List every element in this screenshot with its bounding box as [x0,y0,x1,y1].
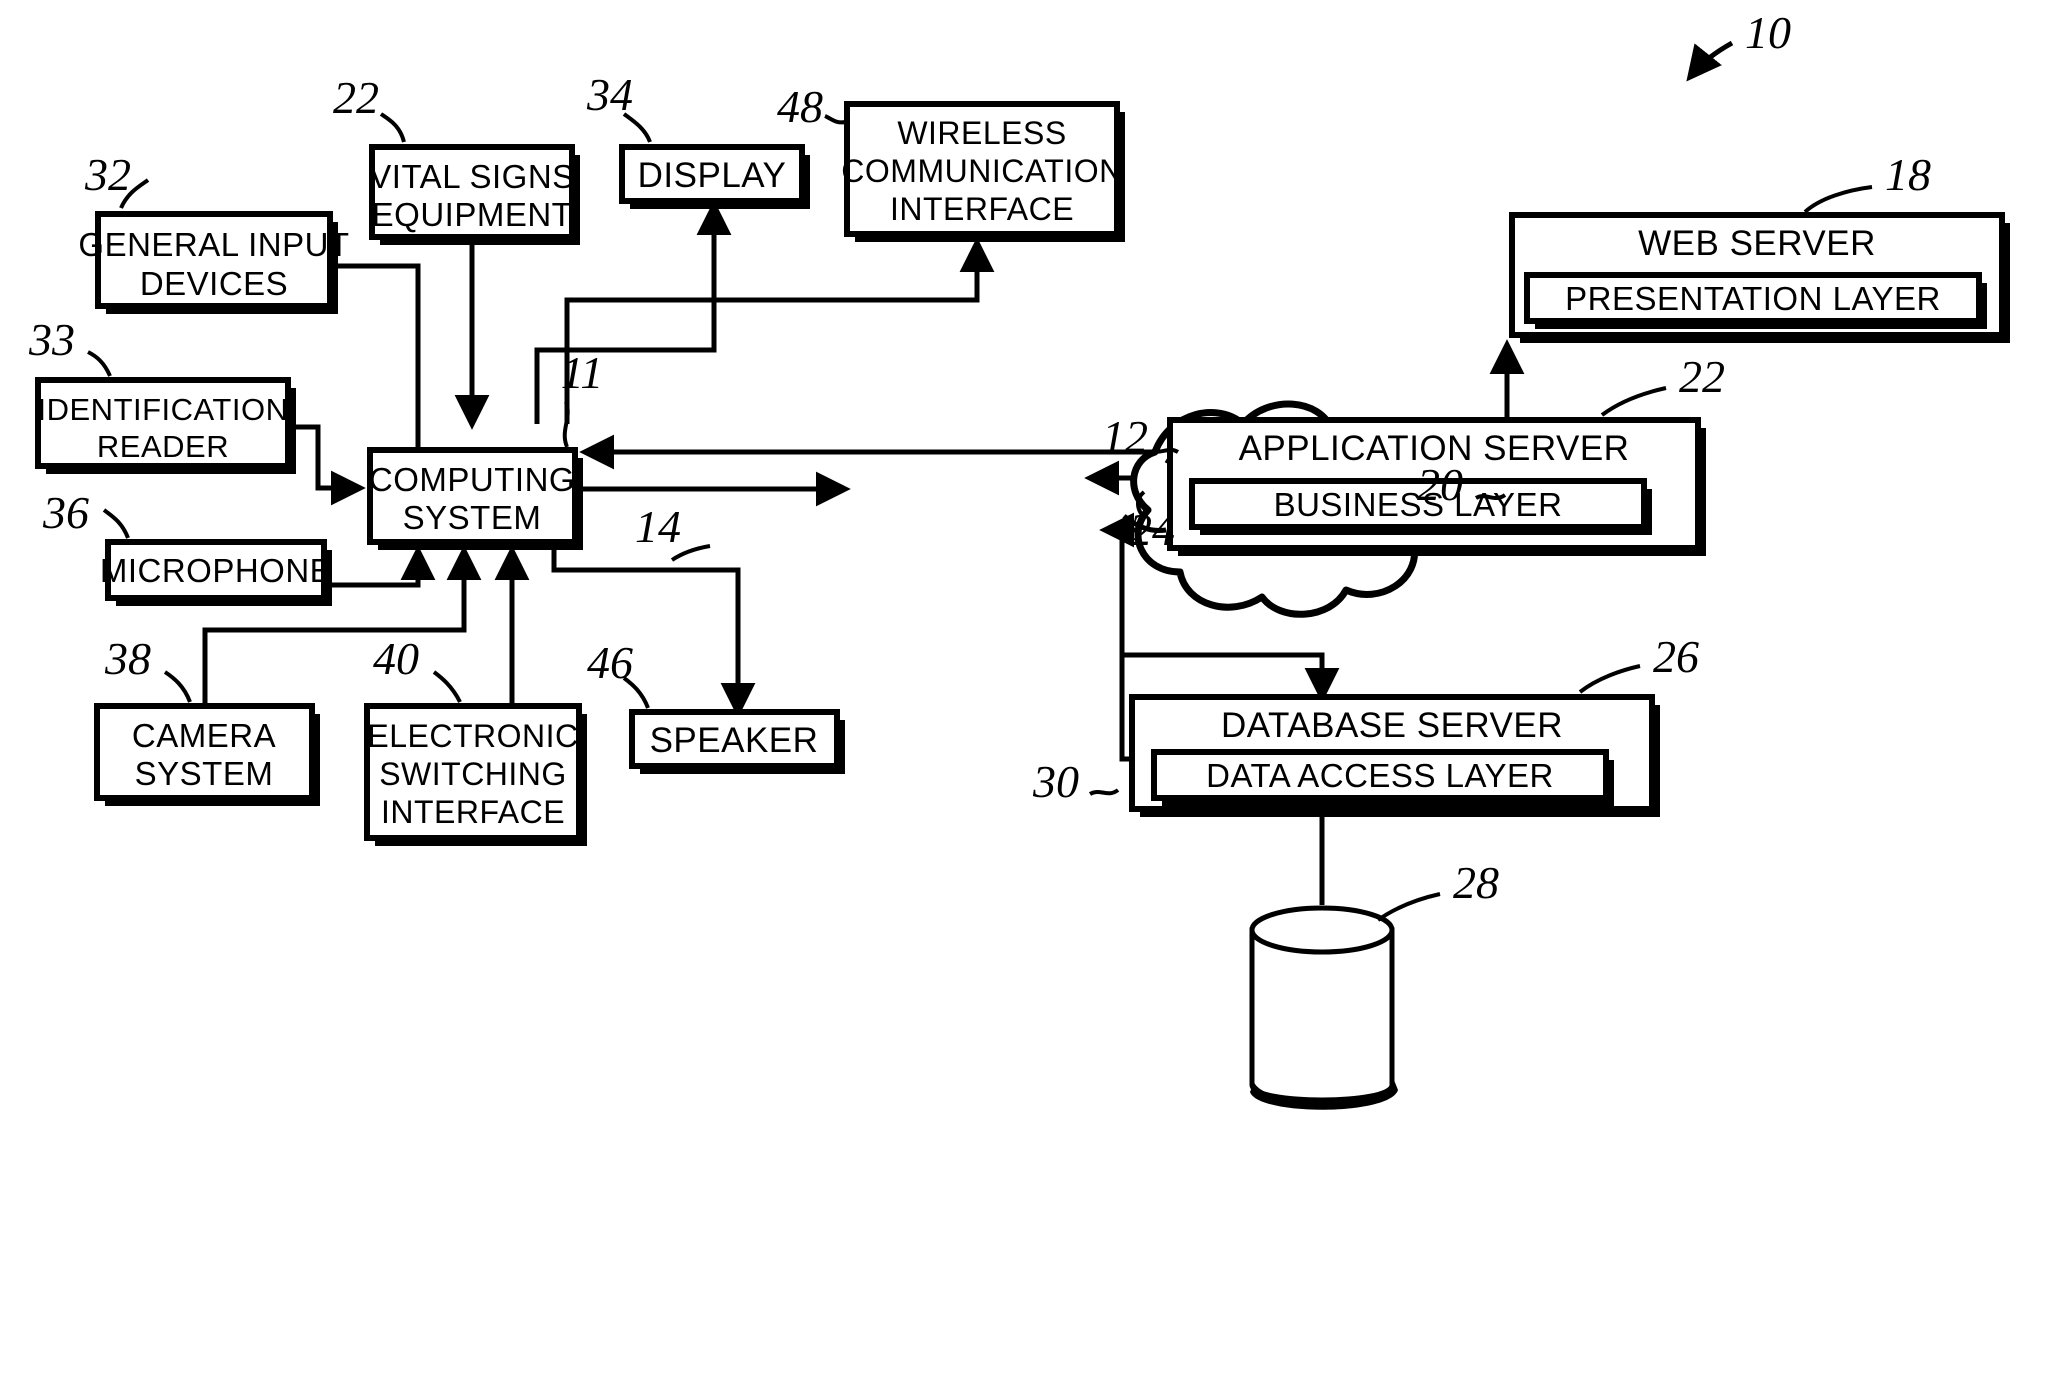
ref-number-10: 10 [1745,7,1791,58]
box-wireless-communication-interface[interactable]: WIRELESS COMMUNICATION INTERFACE [841,101,1125,242]
ref-number-32: 32 [84,149,131,200]
leader-30 [1088,788,1120,796]
ref-number-22-app: 22 [1679,351,1725,402]
ref-number-11: 11 [561,347,604,398]
ref-number-33: 33 [28,314,75,365]
leader-33 [87,350,112,377]
leader-22-vital [379,112,406,143]
leader-28 [1376,892,1441,922]
patent-figure: NETWORK GENERAL INPUT DEVICES 32 VITAL S… [0,0,2060,1374]
switching-interface-label-line1: ELECTRONIC [367,718,578,754]
box-identification-reader[interactable]: IDENTIFICATION READER [35,377,296,474]
box-computing-system[interactable]: COMPUTING SYSTEM [367,447,583,550]
database-store-cylinder[interactable] [1249,905,1398,1110]
box-general-input-devices[interactable]: GENERAL INPUT DEVICES [78,211,349,314]
box-vital-signs-equipment[interactable]: VITAL SIGNS EQUIPMENT [369,144,580,245]
ref-number-38: 38 [104,633,151,684]
ref-number-20: 20 [1417,459,1463,510]
identification-reader-label-line1: IDENTIFICATION [38,392,289,427]
identification-reader-label-line2: READER [97,429,229,464]
leader-48 [824,114,846,125]
leader-26 [1578,664,1641,694]
diagram-canvas: NETWORK GENERAL INPUT DEVICES 32 VITAL S… [28,7,2010,1110]
wireless-label-line2: COMMUNICATION [841,153,1122,189]
computing-system-label-line1: COMPUTING [369,461,575,498]
camera-system-label-line1: CAMERA [132,717,276,754]
ref-number-36: 36 [42,487,89,538]
ref-number-12: 12 [1102,411,1148,462]
speaker-label: SPEAKER [650,721,819,760]
wireless-label-line1: WIRELESS [897,115,1066,151]
leader-12 [1151,447,1180,454]
ref-number-34: 34 [586,69,633,120]
box-database-server[interactable]: DATABASE SERVER DATA ACCESS LAYER [1129,694,1660,817]
leader-20 [1474,493,1507,500]
leader-38 [163,670,192,703]
vital-signs-label-line2: EQUIPMENT [372,196,573,233]
ref-number-28: 28 [1453,857,1499,908]
box-camera-system[interactable]: CAMERA SYSTEM [94,703,320,806]
box-speaker[interactable]: SPEAKER [629,709,845,774]
ref-number-24: 24 [1129,504,1175,555]
ref-number-22-vital: 22 [333,72,379,123]
data-access-layer-label: DATA ACCESS LAYER [1206,757,1554,794]
wireless-label-line3: INTERFACE [890,191,1074,227]
general-input-devices-label-line2: DEVICES [140,265,288,302]
edge-microphone-to-computing [330,545,436,588]
leader-36 [102,508,130,539]
computing-system-label-line2: SYSTEM [403,499,542,536]
ref-number-40: 40 [373,633,419,684]
ref-number-30: 30 [1032,756,1079,807]
edge-identification-reader-to-computing [296,424,366,506]
ref-number-18: 18 [1885,149,1931,200]
ref-number-26: 26 [1653,631,1699,682]
box-microphone[interactable]: MICROPHONE [100,539,332,606]
ref-number-46: 46 [587,637,633,688]
database-server-label: DATABASE SERVER [1221,706,1563,745]
general-input-devices-label-line1: GENERAL INPUT [78,226,349,263]
leader-18 [1803,185,1873,214]
leader-22-app [1600,386,1667,417]
box-electronic-switching-interface[interactable]: ELECTRONIC SWITCHING INTERFACE [364,703,587,846]
leader-40 [432,670,462,703]
ref-number-48: 48 [777,81,823,132]
switching-interface-label-line2: SWITCHING [379,756,567,792]
web-server-label: WEB SERVER [1638,224,1876,263]
edge-computing-to-wireless [564,237,995,424]
ref-number-14: 14 [635,501,681,552]
display-label: DISPLAY [638,156,787,195]
camera-system-label-line2: SYSTEM [135,755,274,792]
box-web-server[interactable]: WEB SERVER PRESENTATION LAYER [1509,212,2010,343]
cylinder-body [1249,927,1395,1103]
vital-signs-label-line1: VITAL SIGNS [369,158,574,195]
microphone-label: MICROPHONE [100,552,332,589]
cylinder-top [1249,905,1395,955]
presentation-layer-label: PRESENTATION LAYER [1565,280,1941,317]
switching-interface-label-line3: INTERFACE [381,794,565,830]
leader-10-arrow [1686,40,1734,82]
edge-computing-to-speaker [551,530,756,718]
box-display[interactable]: DISPLAY [619,144,810,209]
